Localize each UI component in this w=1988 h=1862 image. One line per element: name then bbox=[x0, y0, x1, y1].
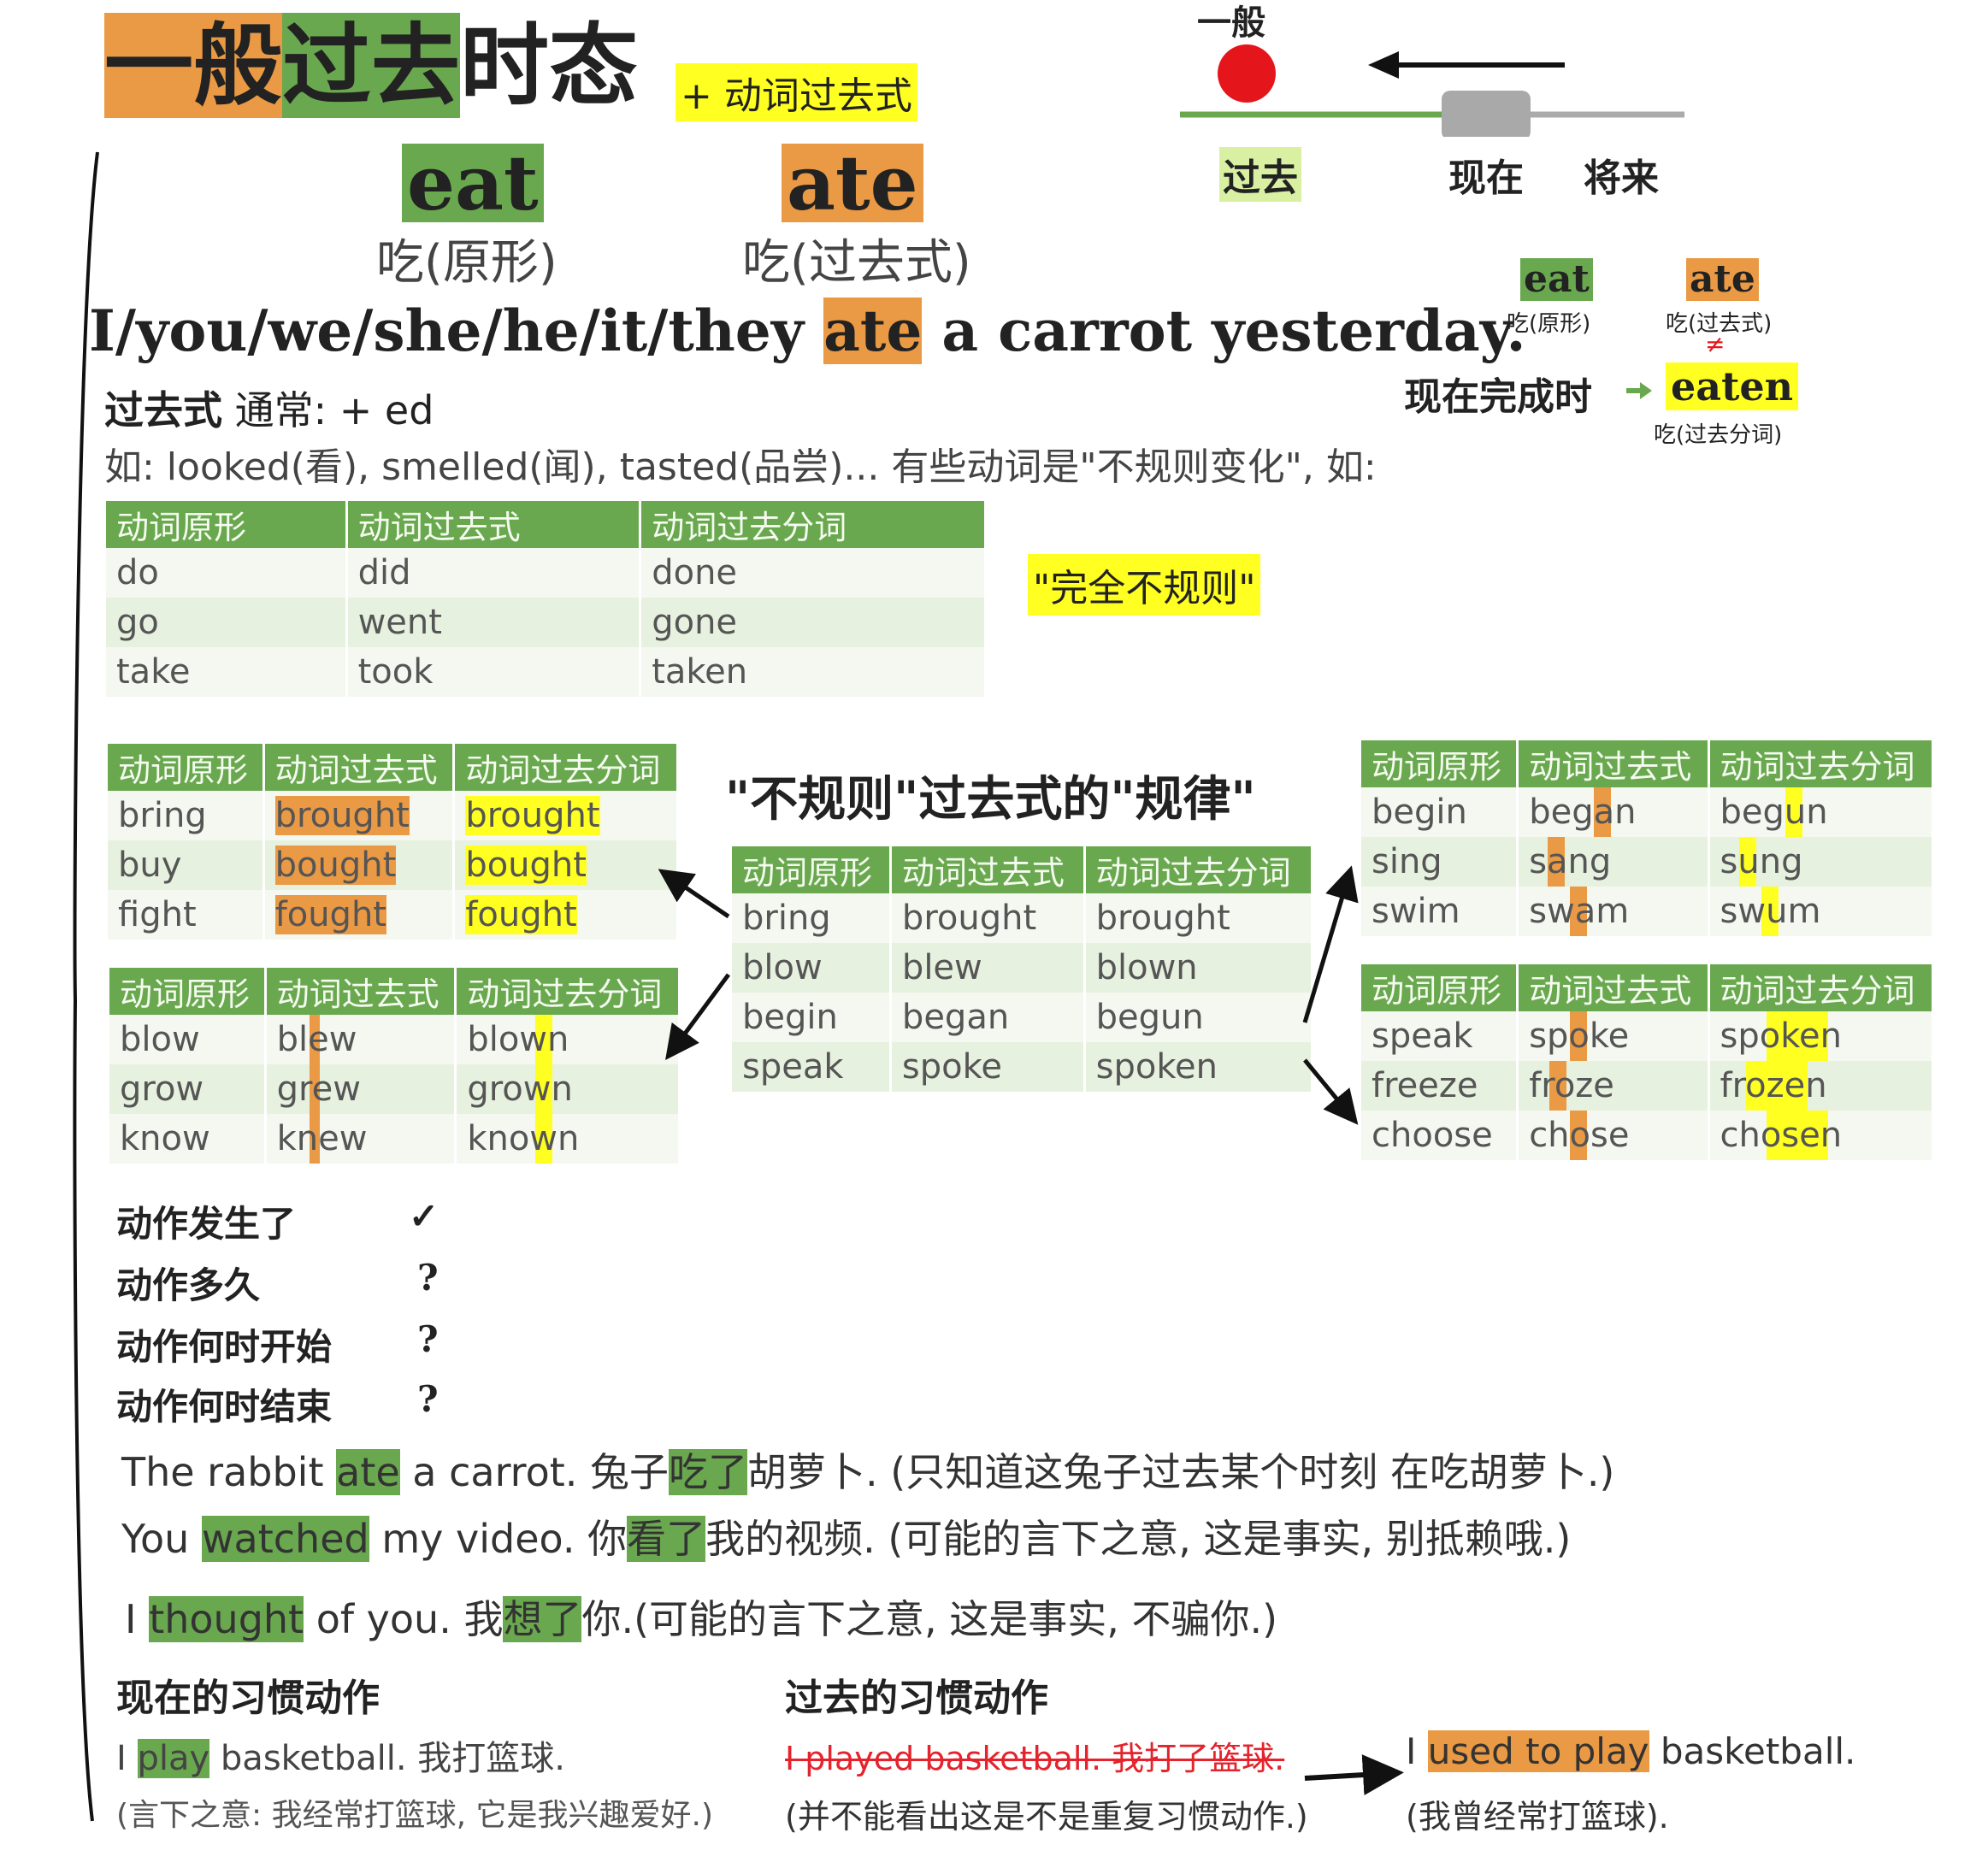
habit-past-struck: I played basketball. 我打了篮球. bbox=[785, 1740, 1285, 1777]
arrow-to-ought bbox=[658, 869, 730, 919]
habit-now-note: (言下之意: 我经常打篮球, 它是我兴趣爱好.) bbox=[116, 1798, 713, 1833]
text: 你.(可能的言下之意, 这是事实, 不骗你.) bbox=[581, 1596, 1278, 1642]
highlight-verb-cn: 想了 bbox=[503, 1596, 582, 1642]
habit-past-note: (并不能看出这是不是重复习惯动作.) bbox=[785, 1798, 1308, 1835]
text: I bbox=[125, 1596, 150, 1642]
arrow-to-o bbox=[1303, 1058, 1359, 1125]
text: 我的视频. (可能的言下之意, 这是事实, 别抵赖哦.) bbox=[705, 1516, 1572, 1562]
text: I bbox=[116, 1739, 138, 1778]
question-start: 动作何时开始 bbox=[116, 1326, 333, 1368]
highlight-verb-cn: 吃了 bbox=[669, 1449, 747, 1495]
answer-happened: ✓ bbox=[409, 1195, 439, 1237]
answer-start: ? bbox=[417, 1318, 439, 1360]
question-end: 动作何时结束 bbox=[116, 1386, 333, 1428]
arrow-to-used-to bbox=[1304, 1754, 1404, 1796]
pattern-arrows bbox=[658, 865, 1404, 1796]
highlight-verb: used to play bbox=[1427, 1730, 1649, 1772]
habit-used-to-sentence: I used to play basketball. bbox=[1406, 1730, 1855, 1772]
answer-duration: ? bbox=[417, 1257, 439, 1299]
text: basketball. 我打篮球. bbox=[209, 1739, 565, 1778]
text: The rabbit bbox=[121, 1449, 337, 1495]
text: a carrot. 兔子 bbox=[399, 1449, 669, 1495]
text: I bbox=[1406, 1730, 1428, 1772]
highlight-verb: ate bbox=[336, 1449, 400, 1495]
text: basketball. bbox=[1649, 1730, 1856, 1772]
text: 胡萝卜. (只知道这兔子过去某个时刻 在吃胡萝卜.) bbox=[747, 1449, 1615, 1495]
example-rabbit: The rabbit ate a carrot. 兔子吃了胡萝卜. (只知道这兔… bbox=[121, 1441, 1614, 1498]
answer-end: ? bbox=[417, 1378, 439, 1420]
habit-used-to-note: (我曾经常打篮球). bbox=[1406, 1798, 1669, 1835]
arrow-to-ew bbox=[665, 973, 731, 1061]
habit-now-sentence: I play basketball. 我打篮球. bbox=[116, 1730, 565, 1780]
question-happened: 动作发生了 bbox=[116, 1203, 297, 1245]
highlight-verb: watched bbox=[201, 1516, 369, 1562]
text: my video. 你 bbox=[369, 1516, 628, 1562]
highlight-verb-cn: 看了 bbox=[627, 1516, 706, 1562]
question-duration: 动作多久 bbox=[116, 1264, 261, 1306]
habit-now-title: 现在的习惯动作 bbox=[116, 1676, 380, 1720]
highlight-verb: thought bbox=[149, 1596, 304, 1642]
text: of you. 我 bbox=[304, 1596, 504, 1642]
habit-past-title: 过去的习惯动作 bbox=[785, 1676, 1048, 1720]
highlight-verb: play bbox=[137, 1739, 210, 1778]
text: You bbox=[121, 1516, 202, 1562]
arrow-to-vowel bbox=[1302, 865, 1359, 1023]
example-video: You watched my video. 你看了我的视频. (可能的言下之意,… bbox=[121, 1508, 1571, 1564]
example-thought: I thought of you. 我想了你.(可能的言下之意, 这是事实, 不… bbox=[125, 1588, 1277, 1645]
